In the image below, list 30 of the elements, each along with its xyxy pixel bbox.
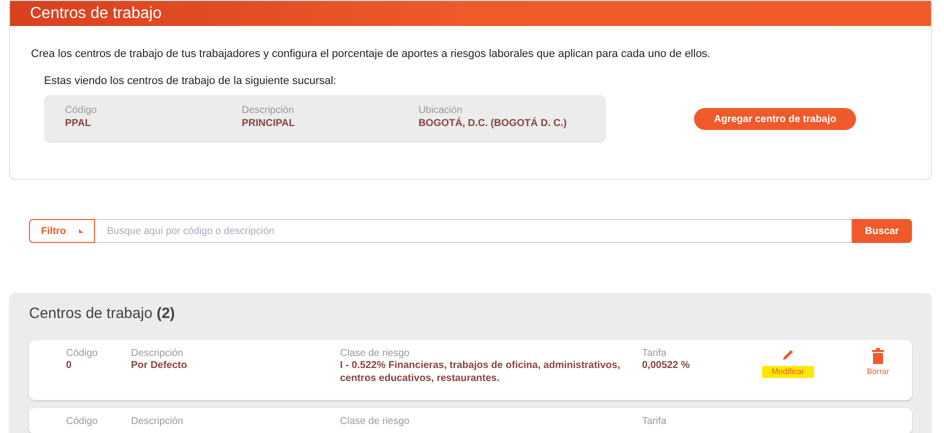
add-work-center-button[interactable]: Agregar centro de trabajo bbox=[694, 108, 856, 130]
field-value: I - 0.522% Financieras, trabajos de oficina, administrativos, centros educativos, restaurantes. bbox=[340, 360, 622, 385]
delete-button[interactable]: Borrar bbox=[848, 348, 908, 400]
field-value: BOGOTÁ, D.C. (BOGOTÁ D. C.) bbox=[418, 118, 567, 130]
page-title: Centros de trabajo bbox=[30, 6, 162, 22]
field-label: Descripción bbox=[242, 105, 294, 118]
search-button[interactable]: Buscar bbox=[852, 219, 912, 243]
field-value: PPAL bbox=[65, 118, 91, 130]
field-label: Descripción bbox=[131, 416, 184, 428]
filter-dropdown[interactable]: Filtro bbox=[29, 219, 95, 243]
list-title: Centros de trabajo (2) bbox=[29, 304, 176, 324]
field-value: 0 bbox=[66, 360, 72, 372]
field-label: Código bbox=[66, 416, 98, 428]
field-value: Por Defecto bbox=[131, 360, 188, 372]
edit-button[interactable]: Modificar bbox=[758, 348, 818, 400]
field-label: Código bbox=[65, 105, 97, 118]
branch-caption: Estas viendo los centros de trabajo de la siguiente sucursal: bbox=[44, 74, 338, 88]
caret-icon bbox=[79, 229, 83, 233]
intro-text: Crea los centros de trabajo de tus trabajadores y configura el porcentaje de aportes a riesgos laborales que aplican para cada uno de ellos. bbox=[31, 47, 712, 62]
field-label: Clase de riesgo bbox=[340, 416, 410, 428]
field-label: Tarifa bbox=[642, 416, 666, 428]
field-value: 0,00522 % bbox=[642, 360, 690, 372]
field-label: Ubicación bbox=[418, 105, 462, 117]
field-label: Código bbox=[66, 348, 98, 360]
search-field[interactable]: Busque aquí por código o descripción bbox=[95, 219, 852, 243]
field-label: Clase de riesgo bbox=[340, 348, 410, 360]
field-value: PRINCIPAL bbox=[242, 118, 295, 130]
trash-icon bbox=[871, 348, 885, 364]
field-label: Descripción bbox=[131, 348, 184, 360]
field-label: Tarifa bbox=[642, 348, 666, 360]
